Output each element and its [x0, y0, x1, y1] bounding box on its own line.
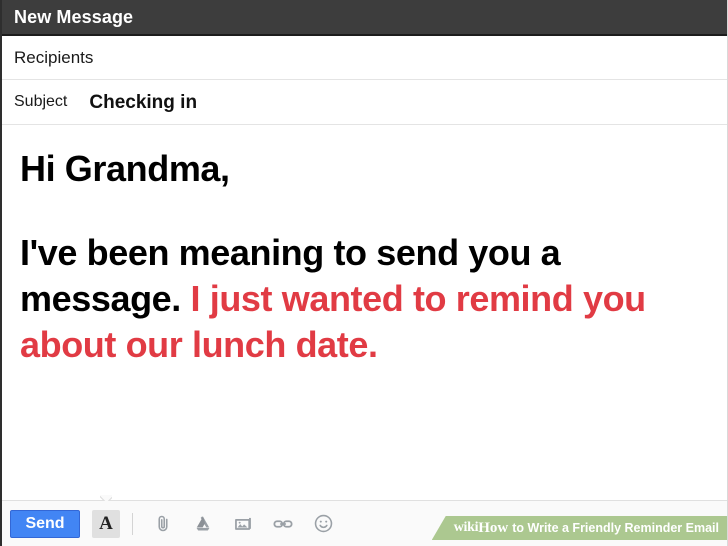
watermark-how-text: How	[478, 519, 509, 536]
subject-input[interactable]: Checking in	[89, 93, 197, 112]
watermark-title-text: to Write a Friendly Reminder Email	[512, 520, 719, 535]
google-drive-icon	[193, 514, 213, 534]
body-greeting-line: Hi Grandma,	[20, 148, 230, 189]
subject-row[interactable]: Subject Checking in	[2, 80, 727, 125]
formatting-options-button[interactable]: A	[92, 509, 120, 538]
send-button[interactable]: Send	[10, 509, 80, 538]
insert-photo-icon	[233, 514, 253, 534]
insert-link-button[interactable]	[270, 511, 296, 537]
recipients-input[interactable]: Recipients	[14, 49, 93, 66]
insert-emoji-icon	[313, 513, 334, 534]
insert-emoji-button[interactable]	[310, 511, 336, 537]
recipients-row[interactable]: Recipients	[2, 36, 727, 80]
subject-label: Subject	[14, 93, 68, 110]
attach-file-button[interactable]	[150, 511, 176, 537]
compose-titlebar: New Message	[2, 0, 727, 36]
attach-file-icon	[153, 514, 173, 534]
wikihow-watermark: wiki How to Write a Friendly Reminder Emai…	[431, 516, 727, 540]
watermark-wiki-text: wiki	[453, 520, 479, 535]
insert-photo-button[interactable]	[230, 511, 256, 537]
formatting-caret-icon	[100, 495, 112, 501]
google-drive-button[interactable]	[190, 511, 216, 537]
insert-link-icon	[272, 513, 294, 535]
message-body-editor[interactable]: Hi Grandma, I've been meaning to send yo…	[2, 126, 727, 500]
page-title: New Message	[14, 7, 134, 27]
body-paragraph: I've been meaning to send you a message.…	[20, 230, 709, 368]
format-text-icon: A	[99, 513, 113, 534]
compose-window: New Message Recipients Subject Checking …	[0, 0, 728, 546]
toolbar-divider	[132, 512, 133, 535]
